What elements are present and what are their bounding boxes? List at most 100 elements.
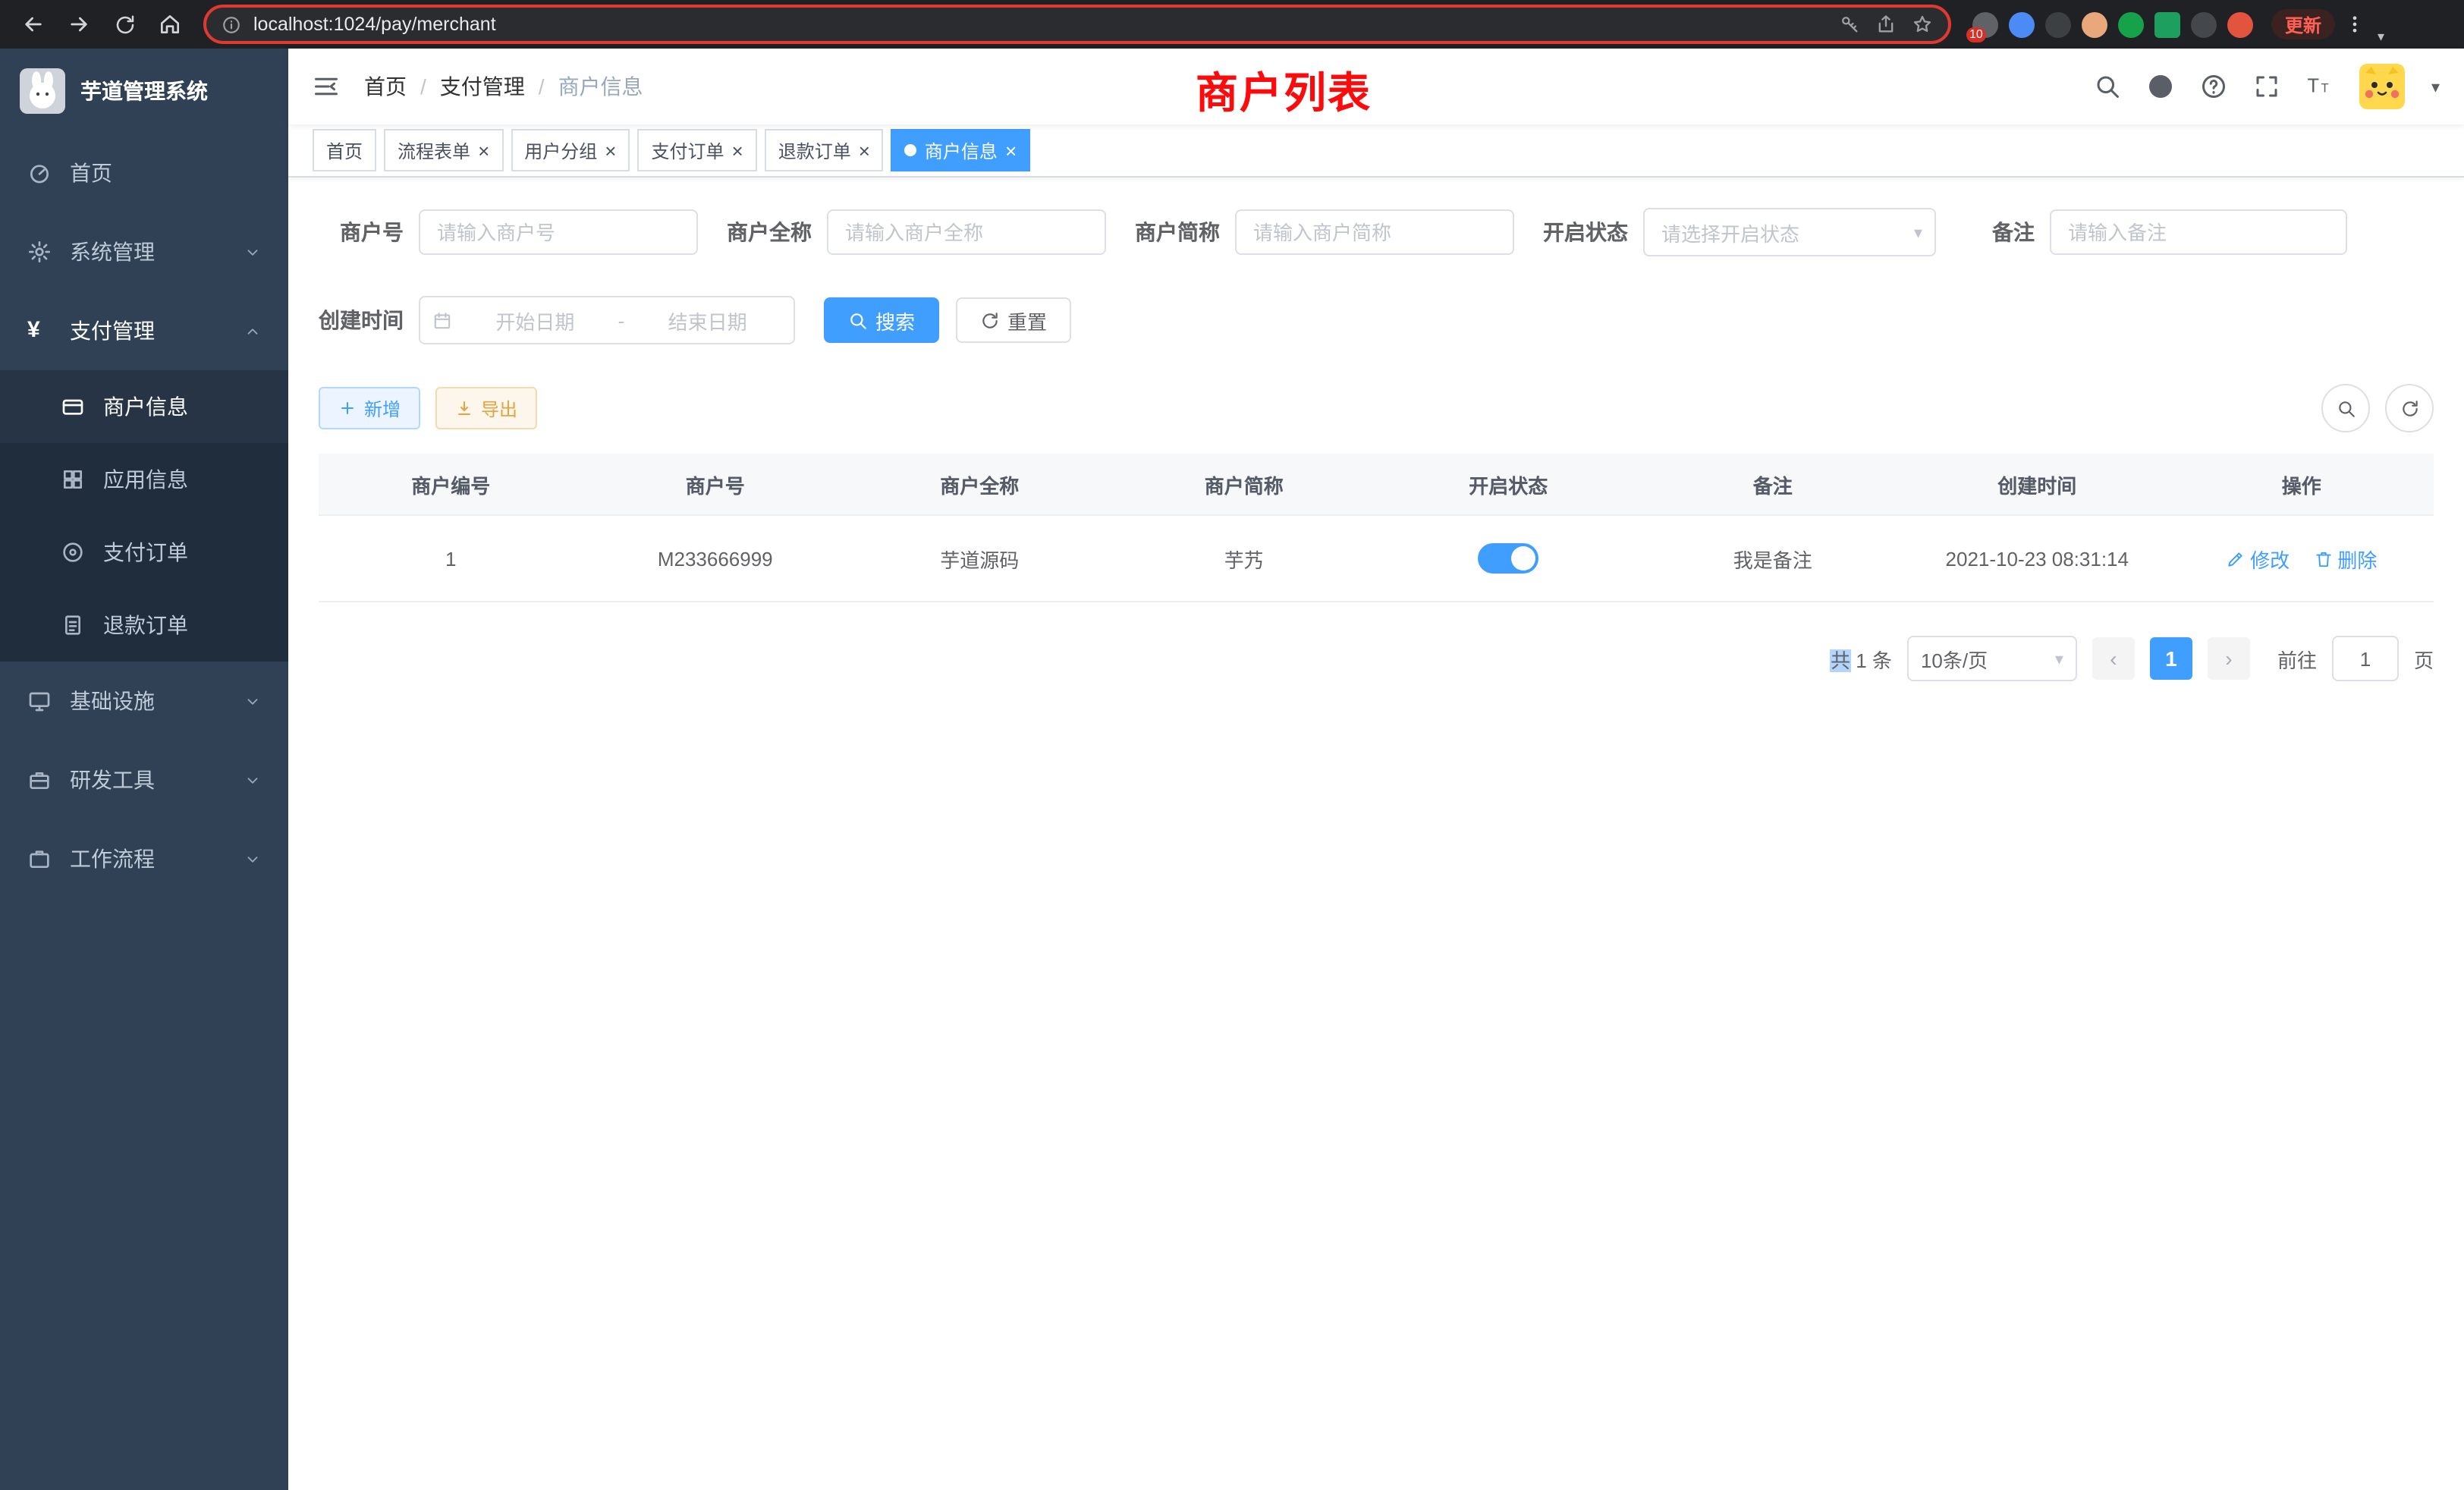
- breadcrumb-separator: /: [539, 74, 545, 99]
- edit-link-label: 修改: [2250, 544, 2290, 573]
- tab-close-icon[interactable]: ×: [478, 140, 489, 160]
- address-bar[interactable]: localhost:1024/pay/merchant: [203, 5, 1951, 44]
- sidebar-item-merchant-info[interactable]: 商户信息: [0, 370, 288, 443]
- tab-refund-order[interactable]: 退款订单 ×: [765, 129, 884, 171]
- back-icon[interactable]: [12, 3, 55, 46]
- sidebar-item-infrastructure[interactable]: 基础设施: [0, 662, 288, 740]
- delete-link[interactable]: 删除: [2313, 544, 2377, 573]
- tab-close-icon[interactable]: ×: [605, 140, 616, 160]
- status-switch[interactable]: [1478, 543, 1538, 574]
- reset-button[interactable]: 重置: [956, 297, 1071, 343]
- sidebar-item-pay-order[interactable]: 支付订单: [0, 516, 288, 589]
- filter-label: 商户全称: [727, 217, 812, 247]
- prev-page-button[interactable]: ‹: [2092, 637, 2135, 680]
- cell-short-name: 芋艿: [1112, 515, 1377, 602]
- monitor-icon: [27, 689, 52, 713]
- full-name-input[interactable]: [827, 209, 1106, 255]
- tab-pay-order[interactable]: 支付订单 ×: [637, 129, 756, 171]
- github-icon[interactable]: [2148, 73, 2175, 100]
- svg-text:T: T: [2321, 82, 2329, 96]
- breadcrumb-home[interactable]: 首页: [364, 71, 407, 102]
- filter-full-name: 商户全称: [727, 209, 1106, 255]
- pagination-total-prefix: 共: [1831, 649, 1850, 671]
- chevron-down-icon: [244, 772, 261, 788]
- date-range-picker[interactable]: 开始日期 - 结束日期: [419, 296, 795, 344]
- bookmark-star-icon[interactable]: [1912, 14, 1933, 35]
- add-button[interactable]: 新增: [319, 387, 420, 429]
- sidebar-item-label: 系统管理: [70, 237, 155, 267]
- refresh-icon[interactable]: [103, 3, 146, 46]
- goto-label: 前往: [2277, 644, 2317, 673]
- search-icon[interactable]: [2095, 73, 2122, 100]
- sidebar-item-system[interactable]: 系统管理: [0, 212, 288, 291]
- tab-merchant-info[interactable]: 商户信息 ×: [891, 129, 1030, 171]
- filter-label: 开启状态: [1543, 217, 1628, 247]
- extension-icon-1[interactable]: 10: [1972, 11, 1998, 37]
- edit-pen-icon: [2226, 549, 2246, 568]
- column-header: 商户全称: [847, 454, 1112, 515]
- user-avatar[interactable]: [2360, 64, 2406, 109]
- avatar-caret-icon[interactable]: ▾: [2431, 77, 2440, 96]
- extension-icon-2[interactable]: [2009, 11, 2035, 37]
- browser-update-button[interactable]: 更新: [2271, 9, 2335, 39]
- extension-icon-3[interactable]: [2045, 11, 2071, 37]
- page-number-button[interactable]: 1: [2150, 637, 2192, 680]
- browser-menu-icon[interactable]: [2338, 12, 2371, 36]
- home-icon[interactable]: [149, 3, 191, 46]
- breadcrumb-section[interactable]: 支付管理: [440, 71, 525, 102]
- delete-link-label: 删除: [2337, 544, 2377, 573]
- sidebar-item-dev-tools[interactable]: 研发工具: [0, 740, 288, 819]
- top-navbar: 首页 / 支付管理 / 商户信息 商户列表 TT ▾: [288, 49, 2464, 124]
- column-header: 商户简称: [1112, 454, 1377, 515]
- info-icon[interactable]: [222, 14, 241, 34]
- font-size-icon[interactable]: TT: [2307, 73, 2334, 100]
- tab-process-form[interactable]: 流程表单 ×: [384, 129, 503, 171]
- sidebar-item-workflow[interactable]: 工作流程: [0, 819, 288, 898]
- toggle-search-button[interactable]: [2321, 384, 2370, 432]
- refresh-table-button[interactable]: [2385, 384, 2434, 432]
- filter-short-name: 商户简称: [1135, 209, 1514, 255]
- fullscreen-icon[interactable]: [2254, 73, 2281, 100]
- tab-close-icon[interactable]: ×: [732, 140, 743, 160]
- tab-user-group[interactable]: 用户分组 ×: [511, 129, 630, 171]
- remark-input[interactable]: [2050, 209, 2347, 255]
- extension-icon-6[interactable]: [2154, 11, 2180, 37]
- browser-dropdown-caret-icon[interactable]: ▾: [2378, 29, 2384, 49]
- tab-close-icon[interactable]: ×: [1005, 140, 1017, 160]
- menu-fold-icon[interactable]: [313, 73, 340, 100]
- forward-icon[interactable]: [58, 3, 100, 46]
- logo-avatar: [20, 68, 65, 114]
- merchant-table: 商户编号 商户号 商户全称 商户简称 开启状态 备注 创建时间 操作 1: [319, 454, 2434, 602]
- help-icon[interactable]: [2201, 73, 2228, 100]
- status-select[interactable]: 请选择开启状态 ▾: [1643, 208, 1936, 256]
- password-key-icon[interactable]: [1839, 14, 1860, 35]
- cell-actions: 修改 删除: [2170, 515, 2434, 602]
- export-button-label: 导出: [481, 395, 517, 421]
- sidebar-item-app-info[interactable]: 应用信息: [0, 443, 288, 516]
- extension-icon-7[interactable]: [2191, 11, 2217, 37]
- goto-page-input[interactable]: [2332, 636, 2399, 681]
- svg-text:T: T: [2308, 76, 2320, 97]
- sidebar-item-home[interactable]: 首页: [0, 134, 288, 212]
- short-name-input[interactable]: [1235, 209, 1514, 255]
- search-button[interactable]: 搜索: [824, 297, 939, 343]
- extension-icon-5[interactable]: [2118, 11, 2144, 37]
- page-size-select[interactable]: 10条/页 ▾: [1907, 636, 2077, 681]
- cell-status: [1376, 515, 1641, 602]
- share-icon[interactable]: [1875, 14, 1897, 35]
- extension-icon-4[interactable]: [2082, 11, 2107, 37]
- tab-home[interactable]: 首页: [313, 129, 376, 171]
- merchant-no-input[interactable]: [419, 209, 698, 255]
- column-header: 创建时间: [1905, 454, 2170, 515]
- profile-avatar[interactable]: [2227, 11, 2253, 37]
- tab-label: 首页: [326, 137, 363, 163]
- column-header: 备注: [1641, 454, 1906, 515]
- next-page-button[interactable]: ›: [2208, 637, 2250, 680]
- tab-close-icon[interactable]: ×: [859, 140, 870, 160]
- sidebar-item-payment[interactable]: ¥ 支付管理: [0, 291, 288, 370]
- sidebar-item-refund-order[interactable]: 退款订单: [0, 589, 288, 662]
- export-button[interactable]: 导出: [435, 387, 537, 429]
- select-placeholder: 请选择开启状态: [1661, 218, 1799, 247]
- cell-full-name: 芋道源码: [847, 515, 1112, 602]
- edit-link[interactable]: 修改: [2226, 544, 2290, 573]
